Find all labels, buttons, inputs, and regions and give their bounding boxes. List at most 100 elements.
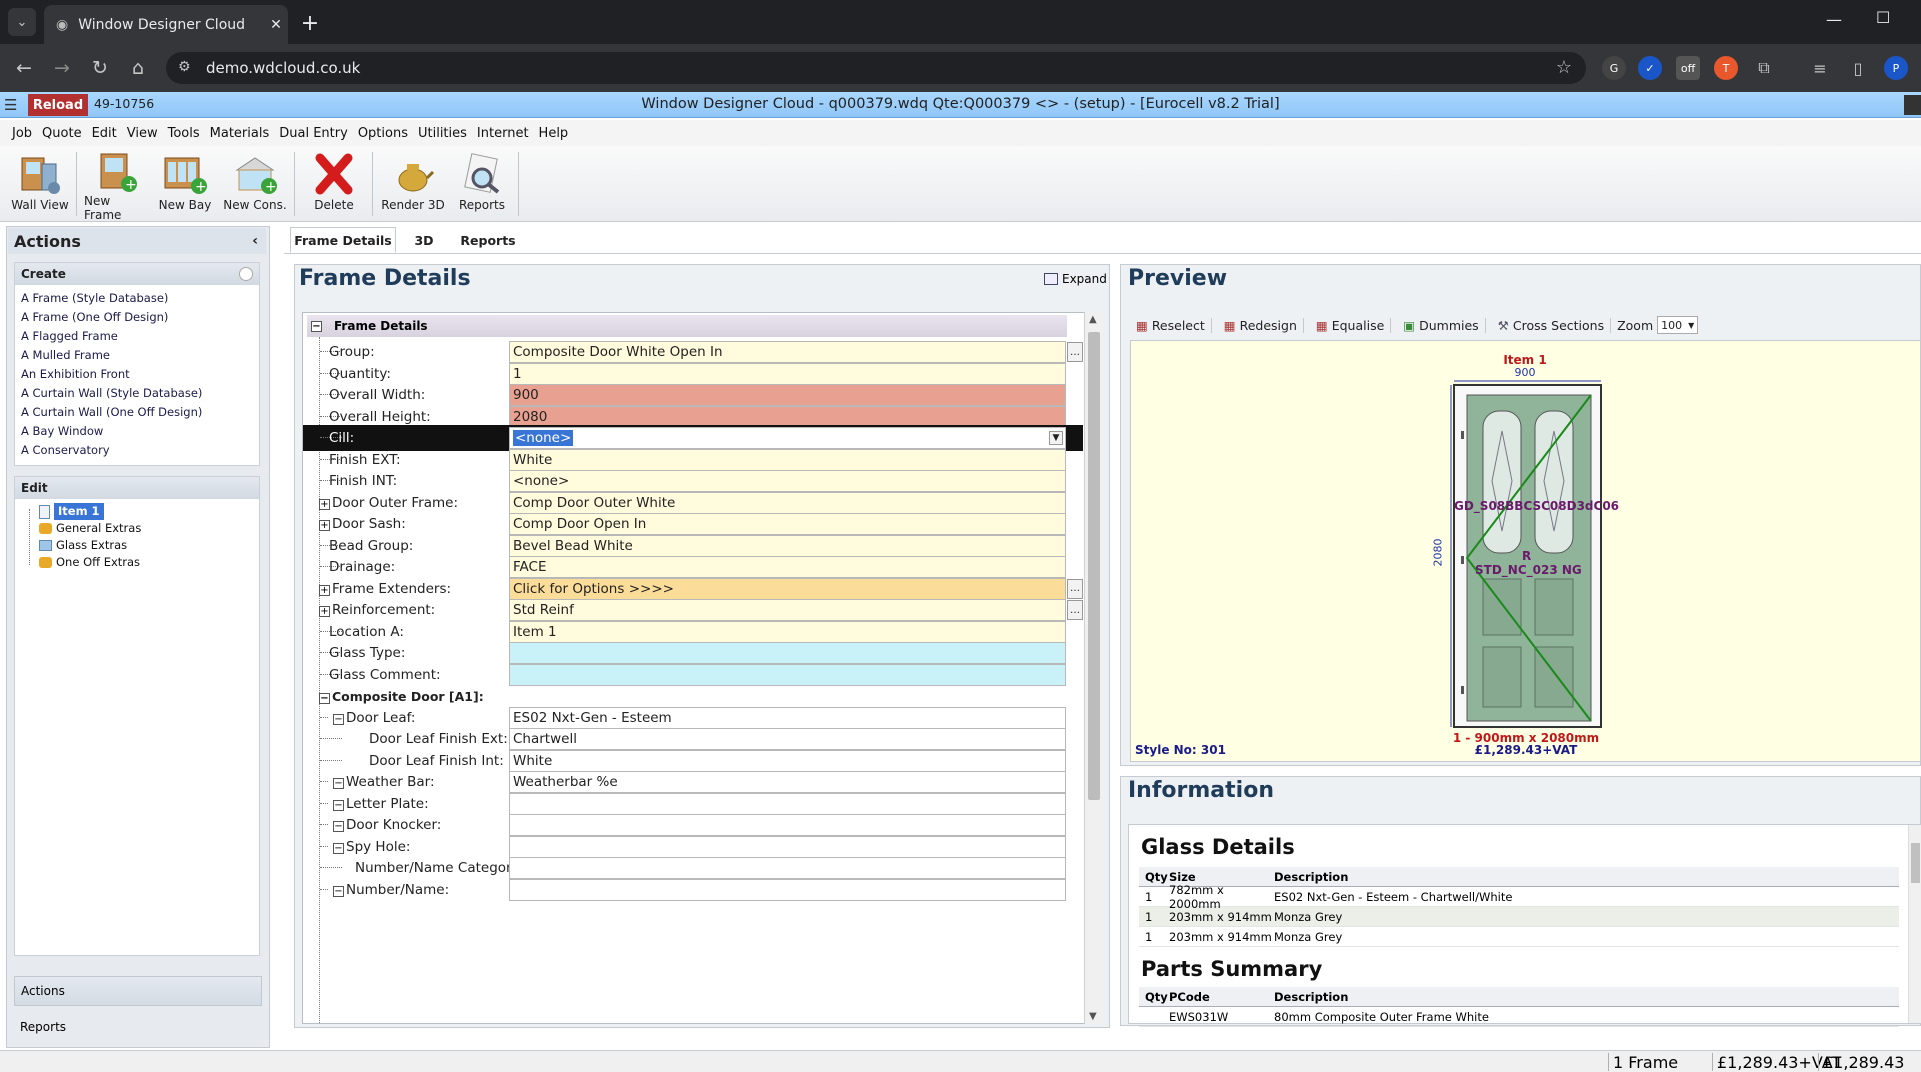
expand-plus-icon[interactable]: +: [319, 584, 330, 596]
collapse-minus-icon[interactable]: −: [333, 799, 344, 811]
browser-tab[interactable]: ◉ Window Designer Cloud ✕: [44, 5, 288, 44]
expand-plus-icon[interactable]: +: [319, 520, 330, 531]
reports-nav-button[interactable]: Reports: [14, 1020, 66, 1034]
table-row[interactable]: 1 203mm x 914mm Monza Grey: [1139, 927, 1899, 947]
menu-materials[interactable]: Materials: [208, 126, 272, 141]
preview-canvas[interactable]: Item 1 900 2080 GD_S08BBCSC08D3dC06 R ST…: [1130, 340, 1921, 762]
scrollbar-thumb[interactable]: [1088, 332, 1100, 800]
create-curtain-wall-style-db[interactable]: A Curtain Wall (Style Database): [15, 384, 259, 403]
collapse-minus-icon[interactable]: −: [333, 778, 344, 789]
profile-avatar[interactable]: P: [1884, 56, 1908, 80]
refresh-icon[interactable]: ↻: [86, 54, 114, 82]
create-frame-style-db[interactable]: A Frame (Style Database): [15, 289, 259, 308]
actions-nav-button[interactable]: Actions: [14, 976, 262, 1006]
frame-details-section-row[interactable]: − Frame Details: [307, 315, 1067, 337]
reports-toolbar-button[interactable]: Reports: [450, 150, 514, 220]
scroll-up-icon[interactable]: ▲: [1089, 314, 1097, 325]
minimize-icon[interactable]: —: [1826, 10, 1842, 29]
expand-button[interactable]: Expand: [1044, 272, 1107, 286]
collapse-circle-icon[interactable]: [239, 267, 253, 281]
menu-tools[interactable]: Tools: [166, 126, 202, 141]
menu-help[interactable]: Help: [537, 126, 571, 141]
hinge: [1461, 431, 1464, 439]
reselect-button[interactable]: ▦ Reselect: [1130, 317, 1212, 333]
home-icon[interactable]: ⌂: [124, 54, 152, 82]
ellipsis-button[interactable]: …: [1067, 342, 1083, 362]
dropdown-arrow-icon[interactable]: ▼: [1049, 431, 1063, 445]
menu-job[interactable]: Job: [10, 126, 34, 141]
bookmark-star-icon[interactable]: ☆: [1556, 57, 1572, 78]
site-info-icon[interactable]: ⚙: [178, 59, 191, 75]
tree-general-extras[interactable]: General Extras: [25, 520, 259, 537]
new-bay-button[interactable]: + New Bay: [154, 150, 216, 220]
tree-glass-extras[interactable]: Glass Extras: [25, 537, 259, 554]
wall-view-button[interactable]: Wall View: [10, 150, 70, 220]
new-frame-button[interactable]: + New Frame: [84, 150, 150, 222]
create-mulled-frame[interactable]: A Mulled Frame: [15, 346, 259, 365]
maximize-icon[interactable]: ☐: [1876, 8, 1890, 27]
new-tab-button[interactable]: +: [296, 9, 324, 37]
scroll-down-icon[interactable]: ▼: [1089, 1011, 1097, 1022]
tab-3d[interactable]: 3D: [404, 227, 444, 253]
ellipsis-button[interactable]: …: [1067, 600, 1083, 620]
scrollbar-thumb[interactable]: [1911, 843, 1920, 883]
extension-check-icon[interactable]: ✓: [1638, 56, 1662, 80]
collapse-minus-icon[interactable]: −: [319, 692, 330, 704]
extension-g-icon[interactable]: G: [1602, 56, 1626, 80]
info-scrollbar[interactable]: [1908, 825, 1921, 1023]
property-row[interactable]: − Number/Name:: [303, 877, 1069, 903]
media-control-icon[interactable]: ≡: [1808, 56, 1832, 80]
close-tab-icon[interactable]: ✕: [264, 17, 288, 33]
tab-search-button[interactable]: ⌄: [8, 8, 36, 36]
property-value-field[interactable]: [509, 878, 1066, 901]
delete-button[interactable]: Delete: [304, 150, 364, 220]
menu-utilities[interactable]: Utilities: [416, 126, 469, 141]
create-flagged-frame[interactable]: A Flagged Frame: [15, 327, 259, 346]
back-arrow-icon[interactable]: ←: [10, 54, 38, 82]
collapse-minus-icon[interactable]: −: [333, 821, 344, 832]
create-bay-window[interactable]: A Bay Window: [15, 422, 259, 441]
reload-button[interactable]: Reload: [28, 94, 88, 116]
cross-sections-button[interactable]: ⚒ Cross Sections: [1492, 317, 1612, 333]
menu-edit[interactable]: Edit: [90, 126, 119, 141]
side-panel-icon[interactable]: ▯: [1846, 56, 1870, 80]
expand-plus-icon[interactable]: +: [319, 606, 330, 617]
tab-frame-details[interactable]: Frame Details: [290, 227, 396, 253]
property-grid-scrollbar[interactable]: ▲ ▼: [1084, 312, 1102, 1024]
menu-quote[interactable]: Quote: [40, 126, 84, 141]
create-curtain-wall-one-off[interactable]: A Curtain Wall (One Off Design): [15, 403, 259, 422]
table-row[interactable]: EWS031W 80mm Composite Outer Frame White: [1139, 1007, 1899, 1027]
equalise-button[interactable]: ▦ Equalise: [1310, 317, 1392, 333]
create-frame-one-off[interactable]: A Frame (One Off Design): [15, 308, 259, 327]
collapse-chevron-icon[interactable]: ‹: [252, 233, 258, 249]
new-cons-button[interactable]: + New Cons.: [222, 150, 288, 220]
create-exhibition-front[interactable]: An Exhibition Front: [15, 365, 259, 384]
dummies-button[interactable]: ▣ Dummies: [1397, 317, 1486, 333]
collapse-minus-icon[interactable]: −: [333, 885, 344, 897]
table-row[interactable]: 1 203mm x 914mm Monza Grey: [1139, 907, 1899, 927]
collapse-minus-icon[interactable]: −: [333, 713, 344, 725]
expand-plus-icon[interactable]: +: [319, 498, 330, 510]
extension-orange-icon[interactable]: T: [1714, 56, 1738, 80]
extension-off-icon[interactable]: off: [1676, 56, 1700, 80]
menu-view[interactable]: View: [125, 126, 160, 141]
collapse-minus-icon[interactable]: −: [311, 320, 322, 332]
redesign-button[interactable]: ▦ Redesign: [1218, 317, 1304, 333]
url-bar[interactable]: ⚙ demo.wdcloud.co.uk ☆: [166, 52, 1586, 84]
menu-internet[interactable]: Internet: [475, 126, 531, 141]
extensions-puzzle-icon[interactable]: ⧉: [1752, 56, 1776, 80]
tree-item-1[interactable]: Item 1: [25, 503, 259, 520]
create-conservatory[interactable]: A Conservatory: [15, 441, 259, 460]
ellipsis-button[interactable]: …: [1067, 578, 1083, 599]
tree-one-off-extras[interactable]: One Off Extras: [25, 554, 259, 571]
title-bar-button[interactable]: [1904, 95, 1921, 115]
menu-dual-entry[interactable]: Dual Entry: [277, 126, 350, 141]
collapse-minus-icon[interactable]: −: [333, 842, 344, 854]
table-row[interactable]: 1 782mm x 2000mm ES02 Nxt-Gen - Esteem -…: [1139, 883, 1899, 911]
style-number: Style No: 301: [1135, 743, 1226, 757]
tab-reports[interactable]: Reports: [456, 227, 520, 253]
render-3d-button[interactable]: Render 3D: [380, 150, 446, 220]
forward-arrow-icon[interactable]: →: [48, 54, 76, 82]
zoom-select[interactable]: 100 ▼: [1657, 316, 1699, 334]
menu-options[interactable]: Options: [356, 126, 410, 141]
